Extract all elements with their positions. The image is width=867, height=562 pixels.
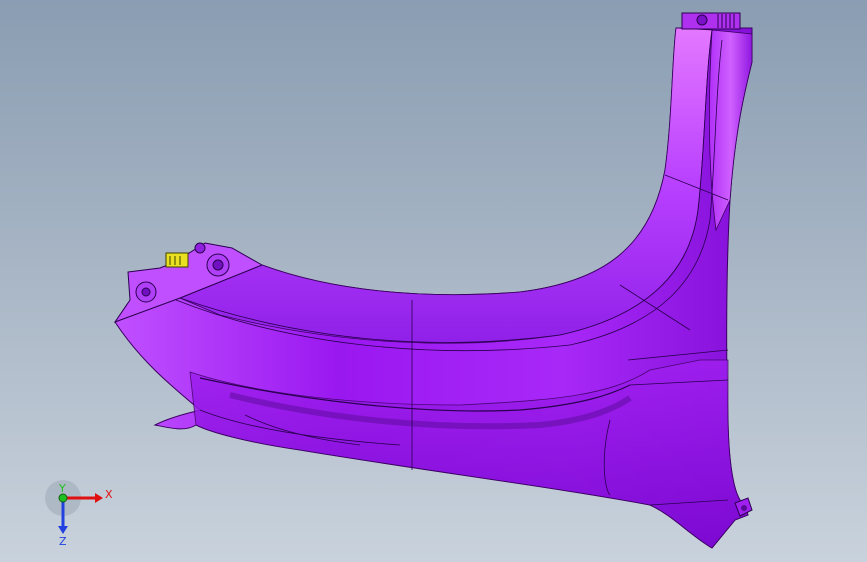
top-mount-hole: [696, 14, 708, 26]
rear-mount-hole: [741, 505, 747, 511]
bracket-hole-3: [194, 242, 206, 254]
bracket-hole-2-inner: [212, 259, 224, 271]
fender-model[interactable]: [0, 0, 867, 562]
x-axis-arrow: [95, 493, 103, 503]
yellow-clip: [165, 252, 189, 268]
y-axis-dot: [58, 493, 68, 503]
x-axis-label: X: [105, 488, 113, 501]
z-axis-arrow: [58, 526, 68, 534]
3d-viewport[interactable]: X Y Z: [0, 0, 867, 562]
axis-triad: X Y Z: [45, 480, 113, 548]
wheel-arch-surface: [178, 27, 713, 344]
top-mount-tab: [681, 12, 741, 30]
bracket-hole-1-inner: [141, 287, 151, 297]
y-axis-label: Y: [58, 482, 66, 495]
z-axis-label: Z: [59, 535, 67, 548]
